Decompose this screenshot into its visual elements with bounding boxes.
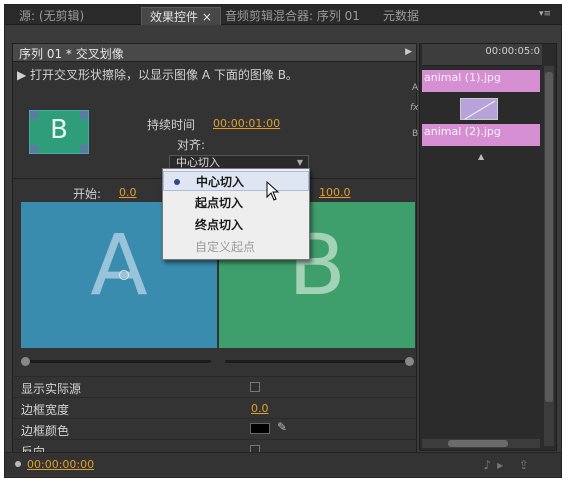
- timeline-pane: 00:00:05:0 animal (1).jpg animal (2).jpg…: [419, 43, 557, 451]
- border-color-swatch[interactable]: [250, 423, 270, 434]
- start-slider-knob[interactable]: [21, 357, 30, 366]
- property-row: 显示实际源: [13, 376, 416, 397]
- thumb-corner: [30, 145, 38, 153]
- align-label: 对齐:: [177, 138, 206, 152]
- thumb-corner: [80, 145, 88, 153]
- vertical-scrollbar[interactable]: [544, 66, 554, 446]
- menu-item-custom: 自定义起点: [195, 240, 256, 254]
- transition-clip[interactable]: [460, 98, 498, 120]
- duration-value[interactable]: 00:00:01:00: [213, 117, 280, 130]
- scroll-thumb[interactable]: [545, 72, 553, 402]
- playhead-icon: [15, 461, 21, 467]
- triangle-up-icon: ▲: [478, 152, 485, 161]
- selected-bullet-icon: [174, 179, 180, 185]
- menu-item-center[interactable]: 中心切入: [163, 171, 309, 191]
- mouse-cursor-icon: [266, 181, 280, 201]
- time-ruler[interactable]: 00:00:05:0: [422, 44, 542, 66]
- end-slider-track[interactable]: [225, 360, 411, 363]
- border-color-label: 边框颜色: [21, 424, 70, 438]
- horizontal-scrollbar[interactable]: [422, 439, 540, 448]
- current-timecode[interactable]: 00:00:00:00: [27, 458, 94, 471]
- track-a-label: A: [412, 83, 419, 93]
- border-width-label: 边框宽度: [21, 403, 70, 417]
- border-width-value[interactable]: 0.0: [251, 402, 269, 415]
- clip-b[interactable]: animal (2).jpg: [422, 124, 540, 146]
- thumb-letter: B: [50, 115, 68, 145]
- menu-item-end[interactable]: 终点切入: [163, 215, 309, 235]
- sequence-header: 序列 01 * 交叉划像 ▶: [13, 44, 416, 62]
- panel-menu-icon[interactable]: ▾≡: [539, 9, 551, 19]
- fx-icon: fx: [410, 103, 419, 113]
- preview-sliders: [21, 356, 415, 366]
- transition-thumbnail: B: [29, 110, 89, 154]
- show-actual-sources-checkbox[interactable]: [250, 382, 260, 392]
- center-handle[interactable]: [119, 270, 129, 280]
- start-label: 开始:: [73, 187, 102, 201]
- property-row: 边框宽度 0.0: [13, 397, 416, 418]
- property-row: 边框颜色 ✎: [13, 418, 416, 439]
- show-actual-sources-label: 显示实际源: [21, 382, 82, 396]
- ruler-time: 00:00:05:0: [485, 46, 540, 57]
- scroll-thumb[interactable]: [448, 440, 508, 447]
- end-value[interactable]: 100.0: [319, 186, 351, 199]
- tab-source[interactable]: 源: (无剪辑): [11, 7, 92, 25]
- eyedropper-icon[interactable]: ✎: [277, 420, 287, 434]
- tab-audio-clip-mixer[interactable]: 音频剪辑混合器: 序列 01: [217, 7, 368, 25]
- clip-a[interactable]: animal (1).jpg: [422, 70, 540, 92]
- tab-effect-controls[interactable]: 效果控件 ×: [141, 7, 221, 25]
- sequence-title: 序列 01 * 交叉划像: [19, 47, 124, 61]
- play-arrow-icon[interactable]: ▶: [405, 47, 412, 57]
- end-slider-knob[interactable]: [405, 357, 414, 366]
- menu-item-label: 中心切入: [196, 175, 245, 189]
- align-dropdown-menu: 中心切入 起点切入 终点切入 自定义起点: [162, 168, 310, 260]
- track-b-label: B: [412, 129, 419, 139]
- export-icon[interactable]: ♪▸ ⇪: [483, 458, 535, 472]
- menu-item-start[interactable]: 起点切入: [163, 193, 309, 213]
- start-value[interactable]: 0.0: [119, 186, 137, 199]
- duration-label: 持续时间: [147, 118, 196, 132]
- start-slider-track[interactable]: [25, 360, 211, 363]
- effect-description: ▶ 打开交叉形状擦除，以显示图像 A 下面的图像 B。: [17, 68, 298, 82]
- transition-slash-icon: [464, 100, 496, 120]
- tab-metadata[interactable]: 元数据: [375, 7, 427, 25]
- panel-tab-bar: 源: (无剪辑) 效果控件 × 音频剪辑混合器: 序列 01 元数据 ▾≡: [5, 5, 561, 25]
- bottom-bar: 00:00:00:00 ♪▸ ⇪: [5, 452, 561, 476]
